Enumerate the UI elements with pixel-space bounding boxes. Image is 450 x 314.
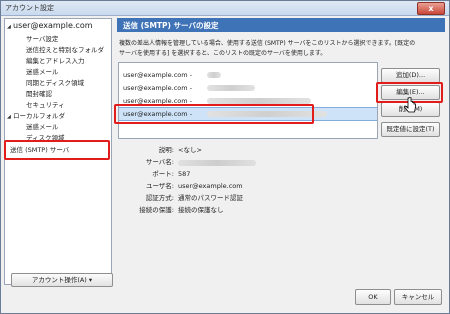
add-button[interactable]: 追加(D)... <box>381 68 440 83</box>
dropdown-arrow-icon: ▾ <box>88 276 93 284</box>
detail-port: ポート: 587 <box>118 169 438 180</box>
security-label: 接続の保護: <box>139 206 174 214</box>
username-value: user@example.com <box>178 182 243 190</box>
tree-item-security[interactable]: セキュリティ <box>26 99 65 109</box>
close-icon: x <box>428 4 434 13</box>
window-title: アカウント設定 <box>5 4 54 12</box>
redacted-server-name <box>178 160 256 166</box>
tree-local-folders-label: ローカルフォルダ <box>13 112 65 120</box>
tree-account-label: user@example.com <box>13 21 93 30</box>
port-value: 587 <box>178 170 191 178</box>
server-row[interactable]: user@example.com - <box>119 82 377 94</box>
description-label: 説明: <box>158 146 174 154</box>
auth-value: 通常のパスワード認証 <box>178 194 243 202</box>
panel-title: 送信 (SMTP) サーバの設定 <box>123 21 219 30</box>
tree-item-server-settings[interactable]: サーバ設定 <box>26 33 58 43</box>
tree-item-composition[interactable]: 編集とアドレス入力 <box>26 55 85 65</box>
highlight-smtp-tree-item <box>4 140 110 160</box>
server-details: 説明: <なし> サーバ名: ポート: 587 ユーザ名: user@examp… <box>118 143 442 263</box>
detail-username: ユーザ名: user@example.com <box>118 181 438 192</box>
account-actions-label: アカウント操作(A) <box>31 276 87 284</box>
account-settings-window: アカウント設定 x ◢ user@example.com サーバ設定 送信控えと特… <box>0 0 450 314</box>
account-actions-button[interactable]: アカウント操作(A) ▾ <box>11 273 113 287</box>
highlight-selected-server <box>114 104 314 124</box>
detail-auth: 認証方式: 通常のパスワード認証 <box>118 193 438 204</box>
server-row[interactable]: user@example.com - <box>119 69 377 81</box>
tree-item-receipts[interactable]: 開封確認 <box>26 88 52 98</box>
detail-server-name: サーバ名: <box>118 157 438 168</box>
description-value: <なし> <box>178 146 202 154</box>
tree-local-folders[interactable]: ◢ ローカルフォルダ <box>7 110 65 120</box>
smtp-server-list[interactable]: user@example.com - user@example.com - us… <box>118 62 378 139</box>
detail-description: 説明: <なし> <box>118 145 438 156</box>
description-line-2: サーバを使用する] を選択すると、このリストの既定のサーバを使用します。 <box>119 50 327 57</box>
tree-item-sync-storage[interactable]: 同期とディスク領域 <box>26 77 84 87</box>
tree-item-copies-folders[interactable]: 送信控えと特別なフォルダ <box>26 44 104 54</box>
username-label: ユーザ名: <box>145 182 174 190</box>
detail-security: 接続の保護: 接続の保護なし <box>118 205 438 216</box>
redacted-server-name <box>207 72 221 78</box>
description-line-1: 複数の差出人情報を管理している場合、使用する送信 (SMTP) サーバをこのリス… <box>119 40 416 47</box>
close-button[interactable]: x <box>417 2 445 15</box>
cancel-button[interactable]: キャンセル <box>394 289 442 305</box>
tree-item-local-junk[interactable]: 迷惑メール <box>26 121 59 131</box>
tree-item-junk[interactable]: 迷惑メール <box>26 66 59 76</box>
ok-button[interactable]: OK <box>355 289 391 305</box>
panel-description: 複数の差出人情報を管理している場合、使用する送信 (SMTP) サーバをこのリス… <box>119 39 443 59</box>
mouse-pointer-icon <box>403 97 416 113</box>
panel-header: 送信 (SMTP) サーバの設定 <box>117 18 445 32</box>
title-bar: アカウント設定 x <box>1 1 449 16</box>
security-value: 接続の保護なし <box>178 206 224 214</box>
set-default-button[interactable]: 既定値に設定(T) <box>381 122 440 137</box>
auth-label: 認証方式: <box>145 194 174 202</box>
server-separator: - <box>189 71 193 79</box>
server-email: user@example.com <box>123 71 188 79</box>
redacted-server-name <box>207 85 255 91</box>
server-name-label: サーバ名: <box>145 158 174 166</box>
server-separator: - <box>189 84 193 92</box>
port-label: ポート: <box>152 170 174 178</box>
tree-account[interactable]: ◢ user@example.com <box>7 21 93 30</box>
server-email: user@example.com <box>123 84 188 92</box>
